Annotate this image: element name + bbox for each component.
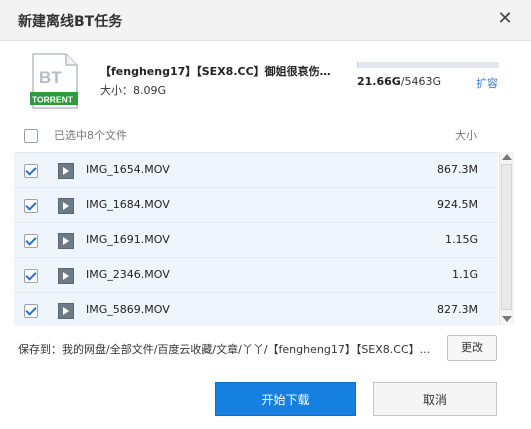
file-row[interactable]: IMG_1654.MOV 867.3M bbox=[14, 153, 498, 188]
storage-quota-text: 21.66G/5463G bbox=[357, 75, 441, 88]
select-all-checkbox[interactable] bbox=[24, 129, 38, 143]
task-size: 大小：8.09G bbox=[100, 82, 166, 98]
video-file-icon bbox=[58, 268, 74, 284]
file-name: IMG_1684.MOV bbox=[86, 198, 170, 211]
video-file-icon bbox=[58, 303, 74, 319]
selected-count-label: 已选中8个文件 bbox=[54, 129, 127, 142]
file-name: IMG_1654.MOV bbox=[86, 163, 170, 176]
bt-torrent-file-icon: BT TORRENT bbox=[30, 53, 78, 109]
file-checkbox[interactable] bbox=[24, 164, 38, 178]
change-location-button[interactable]: 更改 bbox=[447, 335, 497, 361]
task-name: 【fengheng17】【SEX8.CC】御姐很哀伤… bbox=[100, 65, 331, 78]
cancel-button[interactable]: 取消 bbox=[373, 382, 497, 416]
file-checkbox[interactable] bbox=[24, 199, 38, 213]
storage-total: /5463G bbox=[400, 75, 442, 88]
file-checkbox[interactable] bbox=[24, 234, 38, 248]
file-row[interactable]: IMG_1691.MOV 1.15G bbox=[14, 223, 498, 258]
file-checkbox[interactable] bbox=[24, 304, 38, 318]
file-size: 924.5M bbox=[437, 198, 478, 211]
file-list: IMG_1654.MOV 867.3M IMG_1684.MOV 924.5M IMG_… bbox=[14, 152, 498, 326]
storage-used: 21.66G bbox=[357, 75, 401, 88]
save-location: 保存到：我的网盘/全部文件/百度云收藏/文章/丫丫/【fengheng17】【S… bbox=[18, 341, 438, 357]
expand-storage-link[interactable]: 扩容 bbox=[476, 75, 498, 91]
file-size: 1.1G bbox=[451, 268, 478, 281]
file-name: IMG_2346.MOV bbox=[86, 268, 170, 281]
scroll-thumb[interactable] bbox=[501, 164, 512, 310]
file-name: IMG_1691.MOV bbox=[86, 233, 170, 246]
video-file-icon bbox=[58, 233, 74, 249]
storage-quota-bar bbox=[357, 62, 499, 68]
file-list-header: 已选中8个文件 大小 bbox=[0, 118, 531, 150]
new-bt-task-dialog: 新建离线BT任务 ✕ BT TORRENT 【fengheng17】【SEX8.… bbox=[0, 0, 531, 429]
torrent-icon-text: TORRENT bbox=[32, 95, 74, 105]
video-file-icon bbox=[58, 198, 74, 214]
close-icon[interactable]: ✕ bbox=[495, 9, 515, 29]
file-size: 867.3M bbox=[437, 163, 478, 176]
save-label: 保存到： bbox=[18, 343, 62, 356]
dialog-header: 新建离线BT任务 ✕ bbox=[0, 0, 531, 41]
file-row[interactable]: IMG_1684.MOV 924.5M bbox=[14, 188, 498, 223]
file-size: 827.3M bbox=[437, 303, 478, 316]
file-row[interactable]: IMG_2346.MOV 1.1G bbox=[14, 258, 498, 293]
save-path: 我的网盘/全部文件/百度云收藏/文章/丫丫/【fengheng17】【SEX8.… bbox=[62, 343, 431, 356]
scroll-up-arrow-icon[interactable] bbox=[502, 154, 512, 160]
file-list-scrollbar[interactable] bbox=[499, 152, 514, 325]
storage-quota-fill bbox=[357, 62, 358, 68]
video-file-icon bbox=[58, 163, 74, 179]
task-size-value: 8.09G bbox=[133, 84, 167, 97]
task-size-label: 大小： bbox=[100, 84, 133, 97]
file-size: 1.15G bbox=[444, 233, 478, 246]
bt-icon-text: BT bbox=[39, 68, 62, 87]
file-row[interactable]: IMG_5869.MOV 827.3M bbox=[14, 293, 498, 326]
file-name: IMG_5869.MOV bbox=[86, 303, 170, 316]
dialog-title: 新建离线BT任务 bbox=[18, 14, 123, 30]
file-checkbox[interactable] bbox=[24, 269, 38, 283]
size-column-header: 大小 bbox=[455, 129, 477, 142]
scroll-down-arrow-icon[interactable] bbox=[502, 316, 512, 322]
start-download-button[interactable]: 开始下载 bbox=[215, 382, 356, 416]
